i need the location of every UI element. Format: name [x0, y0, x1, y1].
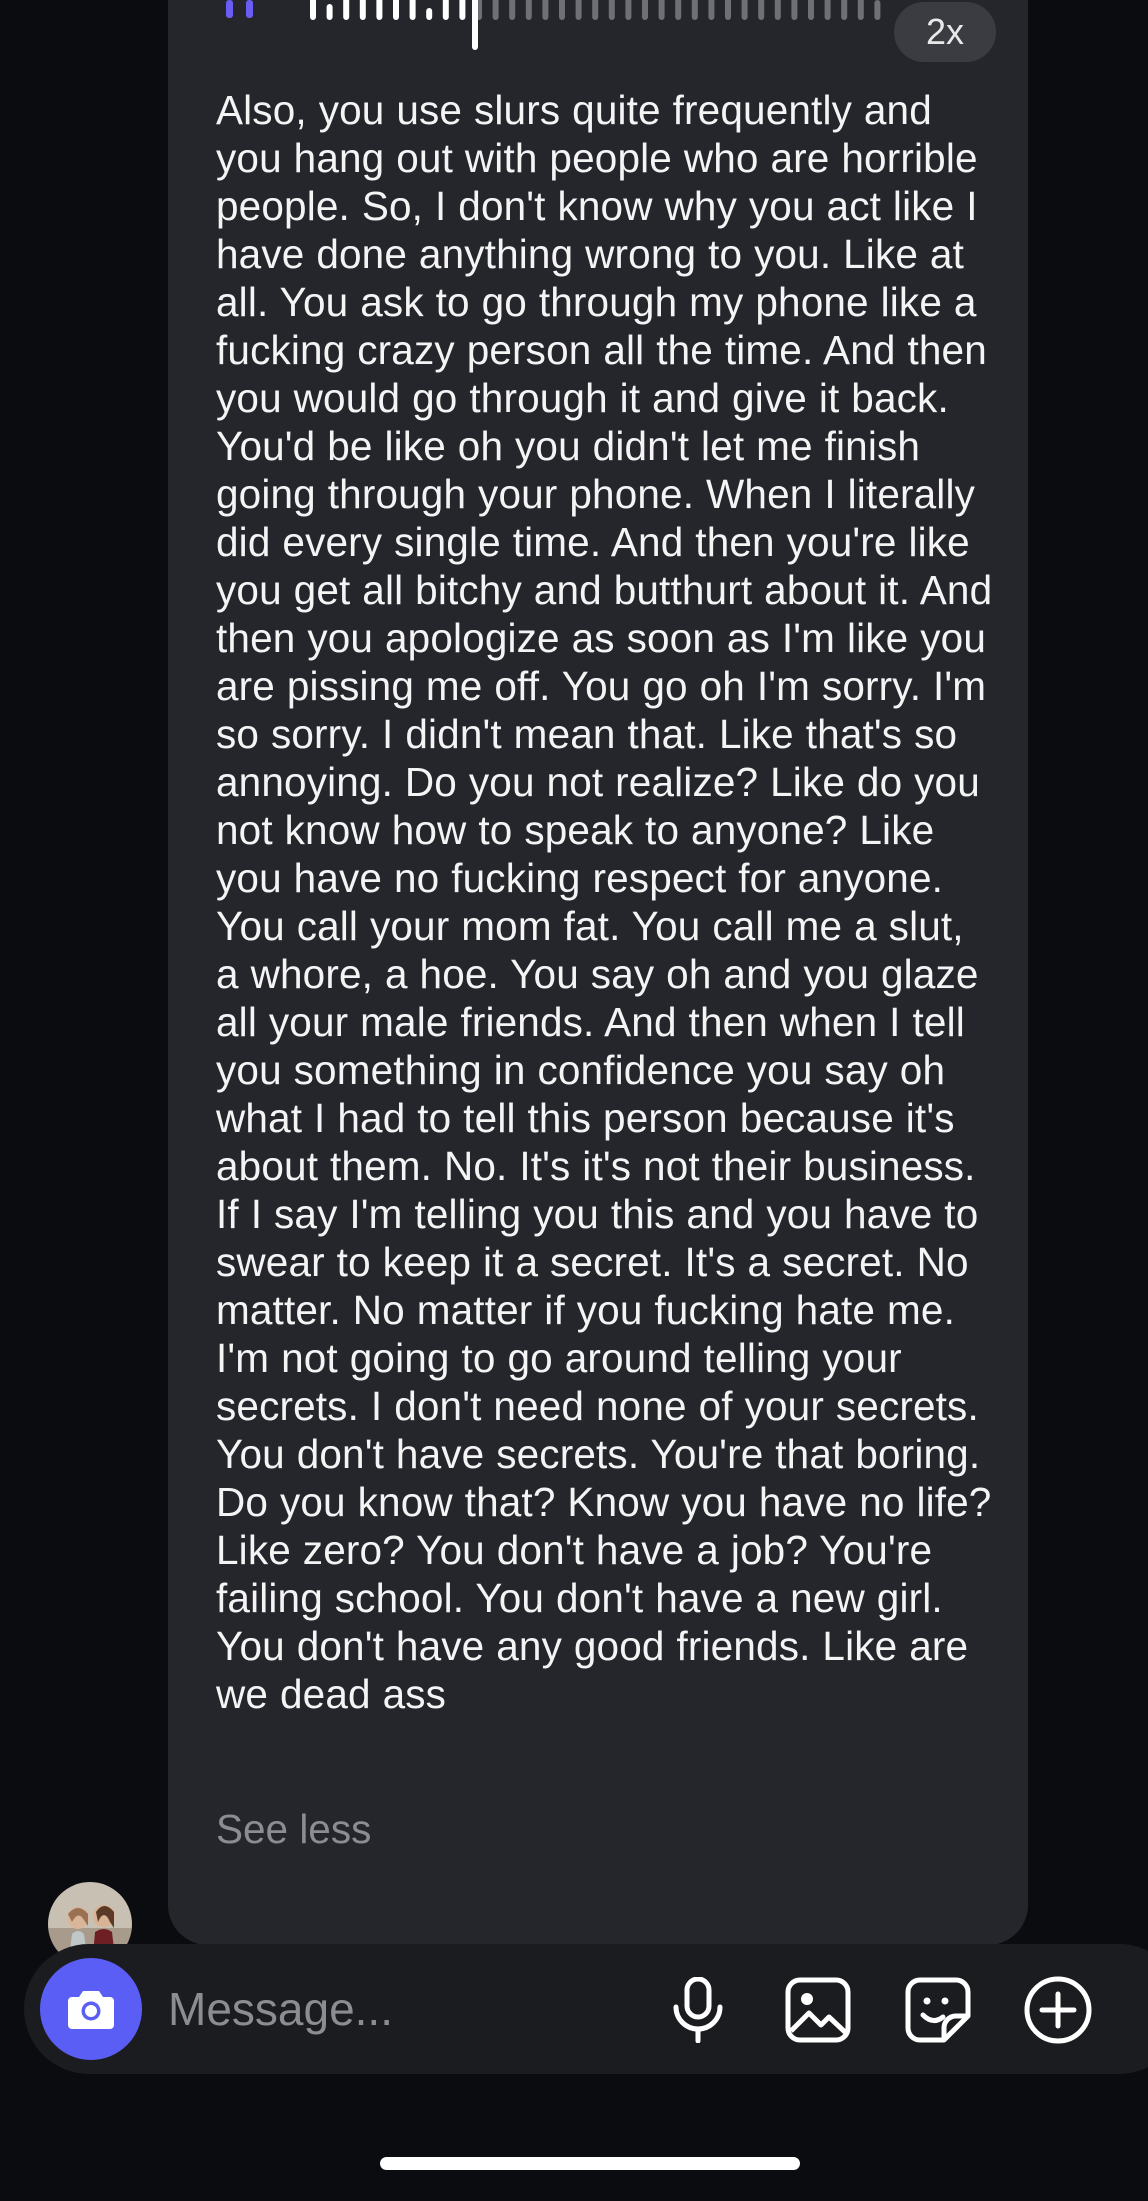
waveform-bar	[492, 0, 499, 20]
waveform-bar	[442, 0, 449, 20]
microphone-icon	[673, 1977, 723, 2043]
sticker-icon	[905, 1977, 971, 2043]
waveform-bar	[658, 0, 665, 20]
voice-play-progress-marker	[246, 0, 253, 18]
waveform-bar	[326, 4, 333, 20]
voice-record-button[interactable]	[662, 1974, 734, 2046]
waveform-bar	[542, 0, 549, 20]
waveform-bar	[592, 0, 599, 20]
waveform-bar	[741, 0, 748, 20]
waveform-bar	[675, 0, 682, 20]
waveform-bar	[359, 0, 366, 20]
waveform-bar	[841, 0, 848, 20]
waveform-bar	[376, 0, 383, 20]
waveform-bar	[874, 0, 881, 20]
waveform-bar	[725, 0, 731, 20]
waveform-bar	[343, 0, 350, 20]
gallery-button[interactable]	[782, 1974, 854, 2046]
waveform-bar	[459, 0, 466, 20]
message-input[interactable]	[168, 1974, 648, 2044]
more-options-button[interactable]	[1022, 1974, 1094, 2046]
waveform-bar	[691, 0, 698, 20]
waveform-bar	[857, 0, 864, 20]
waveform-bar	[409, 0, 416, 20]
message-composer	[24, 1944, 1148, 2074]
waveform-bar	[824, 0, 831, 20]
waveform-bar	[708, 0, 715, 20]
waveform-bar	[525, 0, 532, 20]
waveform-bar	[559, 0, 565, 20]
waveform-bar	[808, 0, 814, 20]
waveform-bar	[310, 0, 316, 20]
playback-speed-button[interactable]: 2x	[894, 2, 996, 62]
plus-circle-icon	[1024, 1976, 1092, 2044]
sticker-button[interactable]	[902, 1974, 974, 2046]
camera-icon	[68, 1991, 114, 2029]
waveform-bar	[642, 0, 648, 20]
voice-transcript: Also, you use slurs quite frequently and…	[216, 87, 993, 1717]
image-icon	[785, 1977, 851, 2043]
home-indicator	[380, 2157, 800, 2170]
waveform-bar	[509, 0, 516, 20]
voice-message-bubble: 2x Also, you use slurs quite frequently …	[168, 0, 1028, 1945]
waveform-bar	[608, 0, 615, 20]
waveform-bar	[625, 0, 632, 20]
voice-play-progress-marker	[226, 0, 233, 18]
waveform-bar	[393, 0, 399, 20]
see-less-link[interactable]: See less	[216, 1805, 371, 1853]
waveform-bar	[791, 0, 798, 20]
waveform-bar	[774, 0, 781, 20]
chat-screen: 2x Also, you use slurs quite frequently …	[0, 0, 1148, 2201]
waveform-bar	[575, 0, 582, 20]
waveform-bar	[758, 0, 765, 20]
camera-button[interactable]	[40, 1958, 142, 2060]
waveform-playhead	[472, 0, 478, 50]
waveform-bar	[426, 8, 433, 20]
